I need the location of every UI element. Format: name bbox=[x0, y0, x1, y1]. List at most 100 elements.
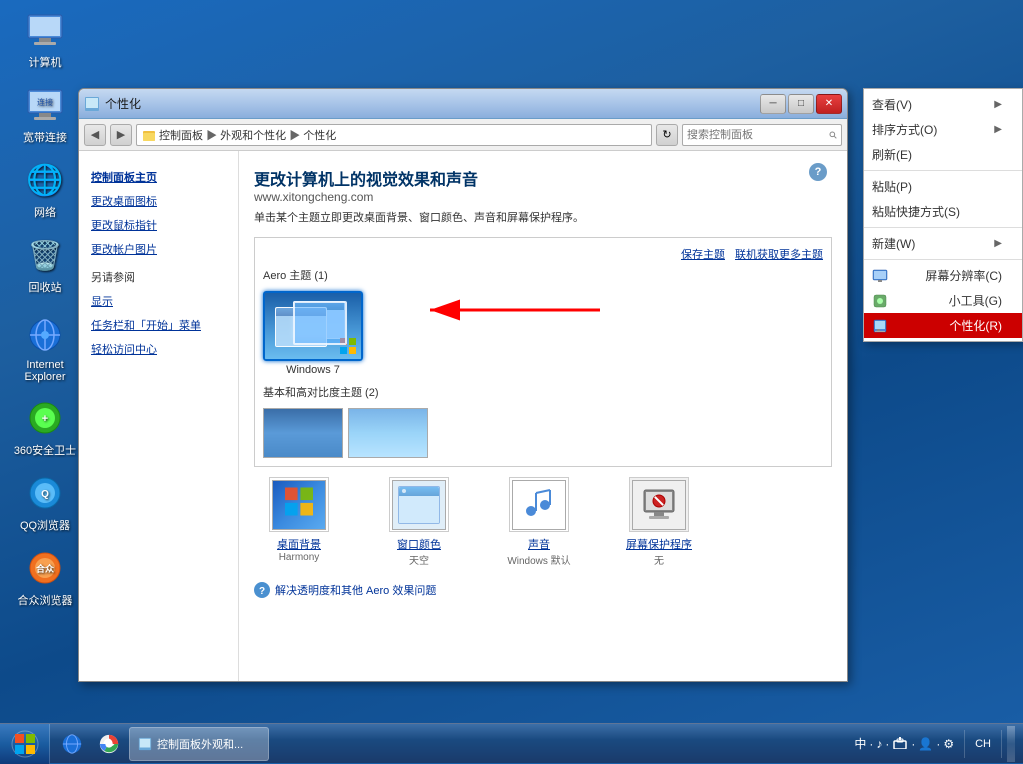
sidebar-main-link[interactable]: 控制面板主页 bbox=[79, 161, 238, 189]
sound-setting[interactable]: 声音 Windows 默认 bbox=[494, 477, 584, 567]
sidebar-link-mouse[interactable]: 更改鼠标指针 bbox=[79, 213, 238, 237]
taskbar-controlpanel-app[interactable]: 控制面板外观和... bbox=[129, 727, 269, 761]
start-button[interactable] bbox=[0, 724, 50, 764]
context-resolution[interactable]: 屏幕分辨率(C) bbox=[864, 263, 1022, 288]
svg-text:Q: Q bbox=[41, 489, 49, 500]
window-color-sublabel: 天空 bbox=[409, 552, 429, 567]
context-new[interactable]: 新建(W) ▶ bbox=[864, 231, 1022, 256]
360-icon: + bbox=[25, 398, 65, 438]
address-bar: ◀ ▶ 控制面板 ▶ 外观和个性化 ▶ 个性化 ↻ bbox=[79, 119, 847, 151]
window-color-setting[interactable]: 窗口颜色 天空 bbox=[374, 477, 464, 567]
context-refresh-label: 刷新(E) bbox=[872, 146, 912, 163]
desktop: 计算机 连接 宽带连接 🌐 网络 🗑️ 回收站 bbox=[0, 0, 1023, 763]
theme-area: 保存主题 联机获取更多主题 Aero 主题 (1) bbox=[254, 237, 832, 467]
context-paste-shortcut[interactable]: 粘贴快捷方式(S) bbox=[864, 199, 1022, 224]
tray-divider2 bbox=[1001, 730, 1002, 758]
network-tray-icon bbox=[892, 735, 908, 749]
refresh-button[interactable]: ↻ bbox=[656, 124, 678, 146]
context-paste-shortcut-label: 粘贴快捷方式(S) bbox=[872, 203, 960, 220]
main-desc: 单击某个主题立即更改桌面背景、窗口颜色、声音和屏幕保护程序。 bbox=[254, 209, 832, 225]
desktop-icon-recycle[interactable]: 🗑️ 回收站 bbox=[10, 235, 80, 295]
sound-sublabel: Windows 默认 bbox=[507, 552, 570, 567]
context-new-label: 新建(W) bbox=[872, 235, 915, 252]
context-sort[interactable]: 排序方式(O) ▶ bbox=[864, 117, 1022, 142]
desktop-icon-qq[interactable]: Q QQ浏览器 bbox=[10, 473, 80, 533]
context-view[interactable]: 查看(V) ▶ bbox=[864, 92, 1022, 117]
search-box[interactable] bbox=[682, 124, 842, 146]
basic-label: 基本和高对比度主题 (2) bbox=[263, 384, 823, 400]
taskbar-chrome-icon bbox=[98, 733, 120, 755]
maximize-button[interactable]: □ bbox=[788, 94, 814, 114]
desktop-icon-hao[interactable]: 合众 合众浏览器 bbox=[10, 548, 80, 608]
save-theme-link[interactable]: 保存主题 bbox=[681, 246, 725, 262]
resolve-link[interactable]: ? 解决透明度和其他 Aero 效果问题 bbox=[254, 582, 832, 598]
broadband-icon: 连接 bbox=[25, 85, 65, 125]
network-icon: 🌐 bbox=[25, 160, 65, 200]
help-icon[interactable]: ? bbox=[809, 163, 827, 181]
sidebar-link-ease[interactable]: 轻松访问中心 bbox=[79, 337, 238, 361]
theme-win7[interactable]: Windows 7 bbox=[263, 291, 363, 376]
context-gadgets-label: 小工具(G) bbox=[949, 292, 1002, 309]
back-button[interactable]: ◀ bbox=[84, 124, 106, 146]
desktop-icon-ie[interactable]: InternetExplorer bbox=[10, 315, 80, 383]
taskbar-chrome-quick[interactable] bbox=[92, 727, 126, 761]
context-sep-2 bbox=[864, 227, 1022, 228]
wallpaper-sublabel: Harmony bbox=[279, 552, 320, 563]
windows-start-logo bbox=[11, 730, 39, 758]
desktop-icon-360[interactable]: + 360安全卫士 bbox=[10, 398, 80, 458]
context-sort-label: 排序方式(O) bbox=[872, 121, 937, 138]
window-body: 控制面板主页 更改桌面图标 更改鼠标指针 更改帐户图片 另请参阅 显示 任务栏和… bbox=[79, 151, 847, 681]
screensaver-icon bbox=[629, 477, 689, 532]
tray-network-icon bbox=[892, 735, 908, 752]
search-icon bbox=[829, 129, 837, 141]
ie-icon-label: InternetExplorer bbox=[25, 359, 66, 383]
taskbar-ie-quick[interactable] bbox=[55, 727, 89, 761]
search-input[interactable] bbox=[687, 129, 829, 141]
taskbar-controlpanel-icon bbox=[138, 737, 152, 751]
network-icon-label: 网络 bbox=[34, 204, 56, 220]
basic-theme-2[interactable] bbox=[348, 408, 428, 458]
screensaver-sublabel: 无 bbox=[654, 552, 664, 567]
screensaver-label[interactable]: 屏幕保护程序 bbox=[626, 536, 692, 552]
desktop-icon-broadband[interactable]: 连接 宽带连接 bbox=[10, 85, 80, 145]
get-more-link[interactable]: 联机获取更多主题 bbox=[735, 246, 823, 262]
qq-icon: Q bbox=[25, 473, 65, 513]
tray-dot4: · bbox=[936, 737, 940, 751]
context-paste-label: 粘贴(P) bbox=[872, 178, 912, 195]
recycle-icon-label: 回收站 bbox=[29, 279, 62, 295]
sidebar-link-display[interactable]: 显示 bbox=[79, 289, 238, 313]
win7-thumbnail bbox=[263, 291, 363, 361]
basic-theme-1[interactable] bbox=[263, 408, 343, 458]
address-path[interactable]: 控制面板 ▶ 外观和个性化 ▶ 个性化 bbox=[136, 124, 652, 146]
window-color-label[interactable]: 窗口颜色 bbox=[397, 536, 441, 552]
screensaver-setting[interactable]: 屏幕保护程序 无 bbox=[614, 477, 704, 567]
aero-label: Aero 主题 (1) bbox=[263, 267, 823, 283]
resolve-link-text: 解决透明度和其他 Aero 效果问题 bbox=[275, 582, 436, 598]
context-personalize[interactable]: 个性化(R) bbox=[864, 313, 1022, 338]
context-sep-3 bbox=[864, 259, 1022, 260]
minimize-button[interactable]: ─ bbox=[760, 94, 786, 114]
main-header: 更改计算机上的视觉效果和声音 www.xitongcheng.com ? bbox=[254, 166, 832, 204]
tray-dot3: · bbox=[911, 737, 915, 751]
context-gadgets[interactable]: 小工具(G) bbox=[864, 288, 1022, 313]
show-desktop-button[interactable] bbox=[1007, 726, 1015, 762]
forward-button[interactable]: ▶ bbox=[110, 124, 132, 146]
wallpaper-setting[interactable]: 桌面背景 Harmony bbox=[254, 477, 344, 563]
context-view-label: 查看(V) bbox=[872, 96, 912, 113]
computer-icon bbox=[25, 10, 65, 50]
sound-label[interactable]: 声音 bbox=[528, 536, 550, 552]
context-refresh[interactable]: 刷新(E) bbox=[864, 142, 1022, 167]
taskbar-ie-icon bbox=[61, 733, 83, 755]
sidebar-link-desktop-icons[interactable]: 更改桌面图标 bbox=[79, 189, 238, 213]
sidebar-link-taskbar[interactable]: 任务栏和「开始」菜单 bbox=[79, 313, 238, 337]
context-sort-arrow: ▶ bbox=[994, 124, 1002, 135]
wallpaper-label[interactable]: 桌面背景 bbox=[277, 536, 321, 552]
context-paste[interactable]: 粘贴(P) bbox=[864, 174, 1022, 199]
desktop-icon-network[interactable]: 🌐 网络 bbox=[10, 160, 80, 220]
breadcrumb-text: 控制面板 ▶ 外观和个性化 ▶ 个性化 bbox=[159, 127, 336, 143]
desktop-icon-computer[interactable]: 计算机 bbox=[10, 10, 80, 70]
sidebar-link-account-pic[interactable]: 更改帐户图片 bbox=[79, 237, 238, 261]
tray-dot2: · bbox=[885, 737, 889, 751]
window-color-icon bbox=[389, 477, 449, 532]
close-button[interactable]: ✕ bbox=[816, 94, 842, 114]
